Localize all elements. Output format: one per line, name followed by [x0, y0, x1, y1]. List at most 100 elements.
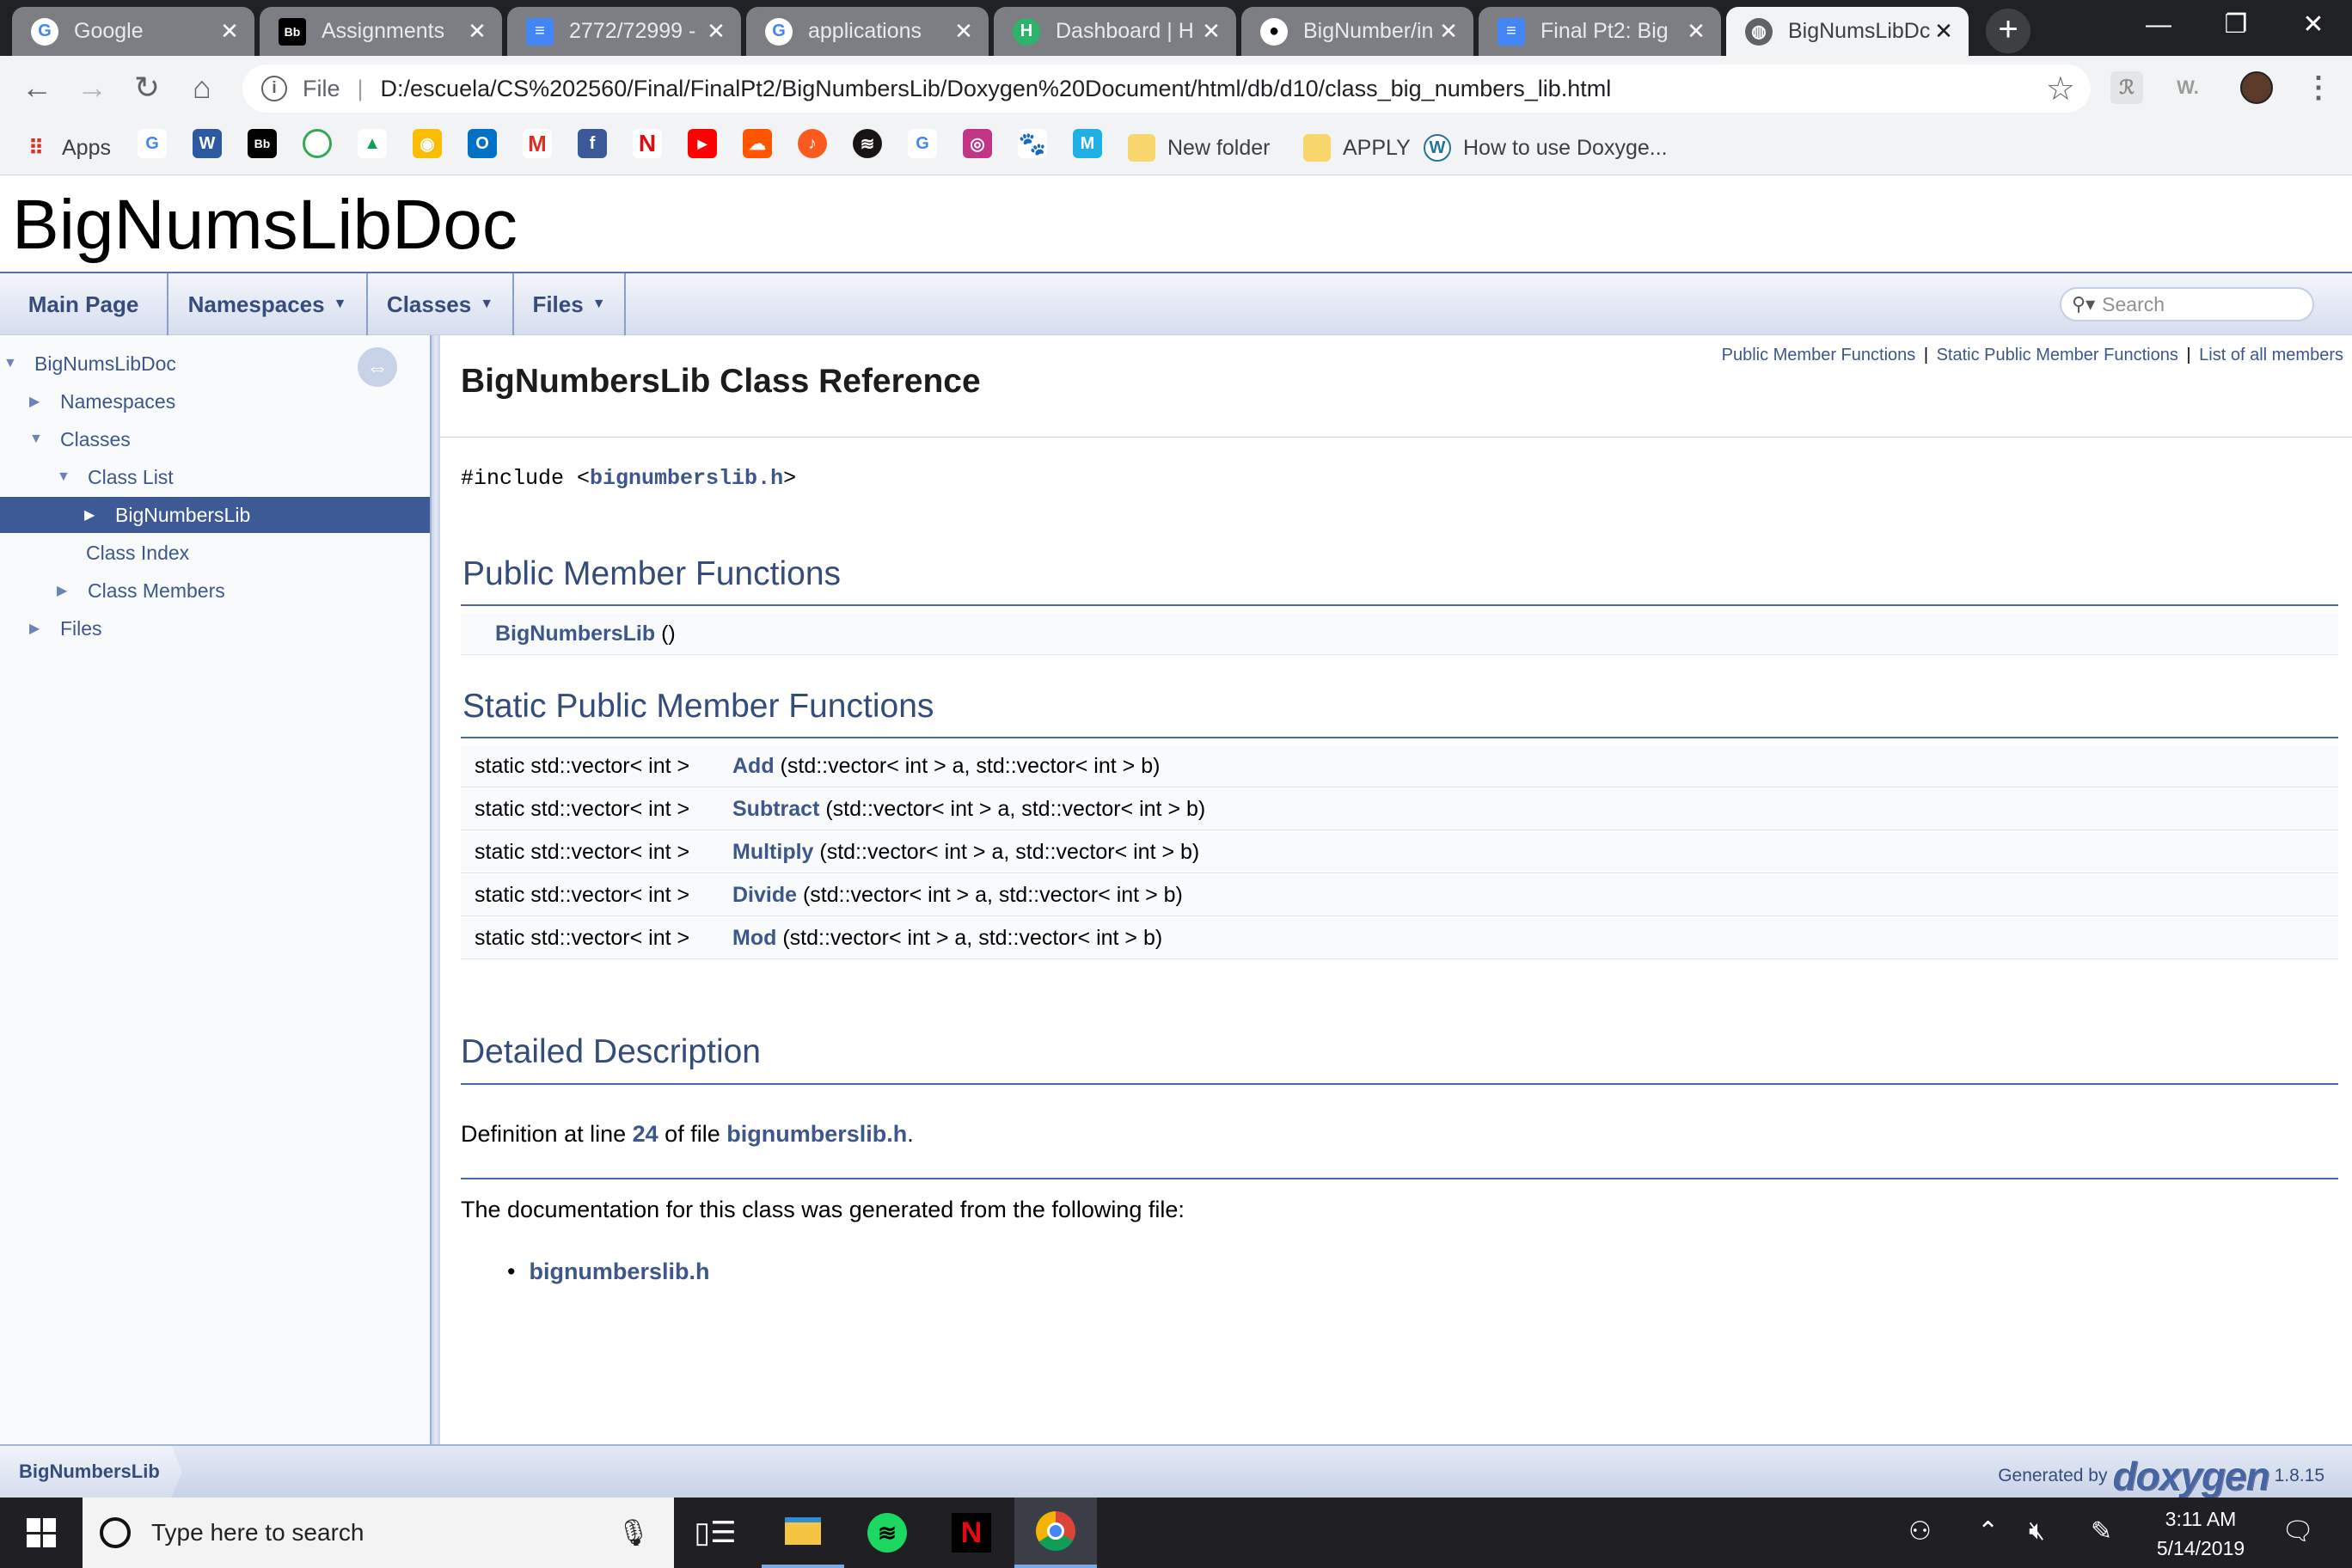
extension-r-icon[interactable]: ℛ	[2110, 71, 2143, 104]
tab-final-pt2[interactable]: ≡ Final Pt2: Big ✕	[1479, 7, 1721, 56]
tree-item-namespaces[interactable]: ▶ Namespaces	[29, 383, 175, 420]
member-link-multiply[interactable]: Multiply	[732, 840, 813, 864]
member-link-bignumberslib[interactable]: BigNumbersLib	[495, 622, 655, 646]
tab-classes[interactable]: Classes ▼	[368, 273, 514, 335]
forward-button[interactable]: →	[72, 68, 112, 107]
tab-github[interactable]: ● BigNumber/in ✕	[1241, 7, 1473, 56]
people-icon[interactable]: ⚇	[1908, 1516, 1932, 1547]
microphone-icon[interactable]: 🎙	[617, 1518, 650, 1548]
menu-icon[interactable]: ⋮	[2302, 71, 2335, 104]
back-button[interactable]: ←	[17, 68, 57, 107]
bookmark-apply[interactable]: APPLY	[1303, 131, 1411, 165]
tab-namespaces[interactable]: Namespaces ▼	[168, 273, 368, 335]
link-static-public-member-functions[interactable]: Static Public Member Functions	[1937, 346, 2178, 364]
tree-item-class-list[interactable]: ▼ Class List	[57, 459, 174, 495]
member-link-mod[interactable]: Mod	[732, 926, 776, 950]
drive-icon[interactable]: ▲	[358, 129, 387, 158]
home-button[interactable]: ⌂	[182, 68, 222, 107]
info-icon[interactable]: i	[261, 76, 287, 101]
tab-files[interactable]: Files ▼	[514, 273, 626, 335]
music-icon[interactable]: ♪	[798, 129, 827, 158]
source-file-link[interactable]: bignumberslib.h	[529, 1259, 709, 1284]
taskbar-search-input[interactable]: Type here to search 🎙	[83, 1498, 674, 1568]
taskbar-file-explorer[interactable]	[762, 1498, 844, 1568]
soundcloud-icon[interactable]: ☁	[743, 129, 772, 158]
tree-item-classes[interactable]: ▼ Classes	[29, 421, 131, 457]
circle-app-icon[interactable]	[303, 129, 332, 158]
pen-icon[interactable]: ✎	[2091, 1516, 2112, 1547]
keep-icon[interactable]: ◉	[413, 129, 442, 158]
breadcrumb[interactable]: BigNumbersLib	[0, 1446, 182, 1498]
tree-label: Class Members	[88, 579, 225, 602]
spotify-icon[interactable]: ≋	[853, 129, 882, 158]
tree-item-root[interactable]: ▼ BigNumsLibDoc	[3, 346, 176, 382]
netflix-icon[interactable]: N	[633, 129, 662, 158]
member-link-add[interactable]: Add	[732, 754, 775, 778]
gmail-icon[interactable]: M	[523, 129, 552, 158]
google-icon[interactable]: G	[908, 129, 937, 158]
sync-toggle-icon[interactable]: ⇔	[358, 347, 397, 387]
close-icon[interactable]: ✕	[951, 18, 977, 45]
reload-button[interactable]: ↻	[127, 68, 167, 107]
taskbar-spotify[interactable]: ≋	[846, 1498, 928, 1568]
bookmark-apps[interactable]: ⠿ Apps	[22, 131, 111, 165]
blackboard-icon[interactable]: Bb	[248, 129, 277, 158]
tree-item-class-index[interactable]: Class Index	[86, 535, 189, 571]
address-bar[interactable]: i File | D:/escuela/CS%202560/Final/Fina…	[242, 64, 2091, 113]
bookmark-m-icon[interactable]: M	[1073, 129, 1102, 158]
close-icon[interactable]: ✕	[217, 18, 242, 45]
extension-w-icon[interactable]: W.	[2165, 71, 2211, 104]
new-tab-button[interactable]: +	[1986, 9, 2030, 53]
task-view-button[interactable]: ▯☰	[674, 1498, 756, 1568]
page-title: BigNumbersLib Class Reference	[461, 363, 981, 400]
tree-item-files[interactable]: ▶ Files	[29, 610, 102, 646]
facebook-icon[interactable]: f	[578, 129, 607, 158]
sidebar-resize-handle[interactable]	[430, 335, 440, 1444]
bookmark-new-folder[interactable]: New folder	[1128, 131, 1271, 165]
volume-muted-icon[interactable]: 🔇︎	[2029, 1516, 2045, 1546]
close-icon[interactable]: ✕	[464, 18, 490, 45]
tab-main-page[interactable]: Main Page	[0, 273, 168, 335]
window-close-button[interactable]: ✕	[2275, 0, 2352, 52]
tree-item-bignumberslib[interactable]: ▶ BigNumbersLib	[0, 497, 430, 533]
member-link-divide[interactable]: Divide	[732, 883, 797, 907]
paw-icon[interactable]: 🐾	[1018, 129, 1047, 158]
tab-google[interactable]: G Google ✕	[12, 7, 254, 56]
system-clock[interactable]: 3:11 AM 5/14/2019	[2156, 1504, 2245, 1563]
close-icon[interactable]: ✕	[1683, 18, 1709, 45]
url-text[interactable]: D:/escuela/CS%202560/Final/FinalPt2/BigN…	[381, 76, 1612, 102]
avatar[interactable]	[2240, 71, 2273, 104]
member-link-subtract[interactable]: Subtract	[732, 797, 819, 821]
taskbar-chrome[interactable]	[1014, 1498, 1097, 1568]
link-list-of-all-members[interactable]: List of all members	[2199, 346, 2343, 364]
bookmark-star-icon[interactable]: ☆	[2046, 70, 2075, 108]
tab-assignments[interactable]: Bb Assignments ✕	[260, 7, 502, 56]
bookmark-w-icon[interactable]: W	[193, 129, 222, 158]
definition-file-link[interactable]: bignumberslib.h	[726, 1121, 907, 1147]
tab-dashboard[interactable]: H Dashboard | H ✕	[994, 7, 1236, 56]
tab-bignumslibdoc[interactable]: ◍ BigNumsLibDc ✕	[1726, 7, 1969, 56]
line-number-link[interactable]: 24	[633, 1121, 658, 1147]
notifications-icon[interactable]: 🗨︎	[2282, 1516, 2314, 1547]
close-icon[interactable]: ✕	[703, 18, 729, 45]
tab-docs-2772[interactable]: ≡ 2772/72999 - ✕	[507, 7, 741, 56]
search-input[interactable]: ⚲▾ Search	[2060, 287, 2314, 322]
restore-button[interactable]: ❐	[2197, 0, 2275, 52]
doxygen-logo[interactable]: doxygen	[2112, 1453, 2269, 1499]
bookmark-doxygen-howto[interactable]: W How to use Doxyge...	[1424, 131, 1668, 165]
instagram-icon[interactable]: ◎	[963, 129, 992, 158]
taskbar-netflix[interactable]: N	[930, 1498, 1013, 1568]
minimize-button[interactable]: —	[2120, 0, 2197, 52]
start-button[interactable]	[0, 1498, 83, 1568]
include-file-link[interactable]: bignumberslib.h	[590, 466, 783, 491]
chevron-up-icon[interactable]: ⌃	[1977, 1516, 1999, 1547]
tree-item-class-members[interactable]: ▶ Class Members	[57, 573, 225, 609]
youtube-icon[interactable]: ▶	[688, 129, 717, 158]
google-icon[interactable]: G	[138, 129, 167, 158]
tab-applications[interactable]: G applications ✕	[746, 7, 989, 56]
link-public-member-functions[interactable]: Public Member Functions	[1722, 346, 1916, 364]
outlook-icon[interactable]: O	[468, 129, 497, 158]
close-icon[interactable]: ✕	[1436, 18, 1461, 45]
close-icon[interactable]: ✕	[1198, 18, 1224, 45]
close-icon[interactable]: ✕	[1931, 18, 1957, 45]
